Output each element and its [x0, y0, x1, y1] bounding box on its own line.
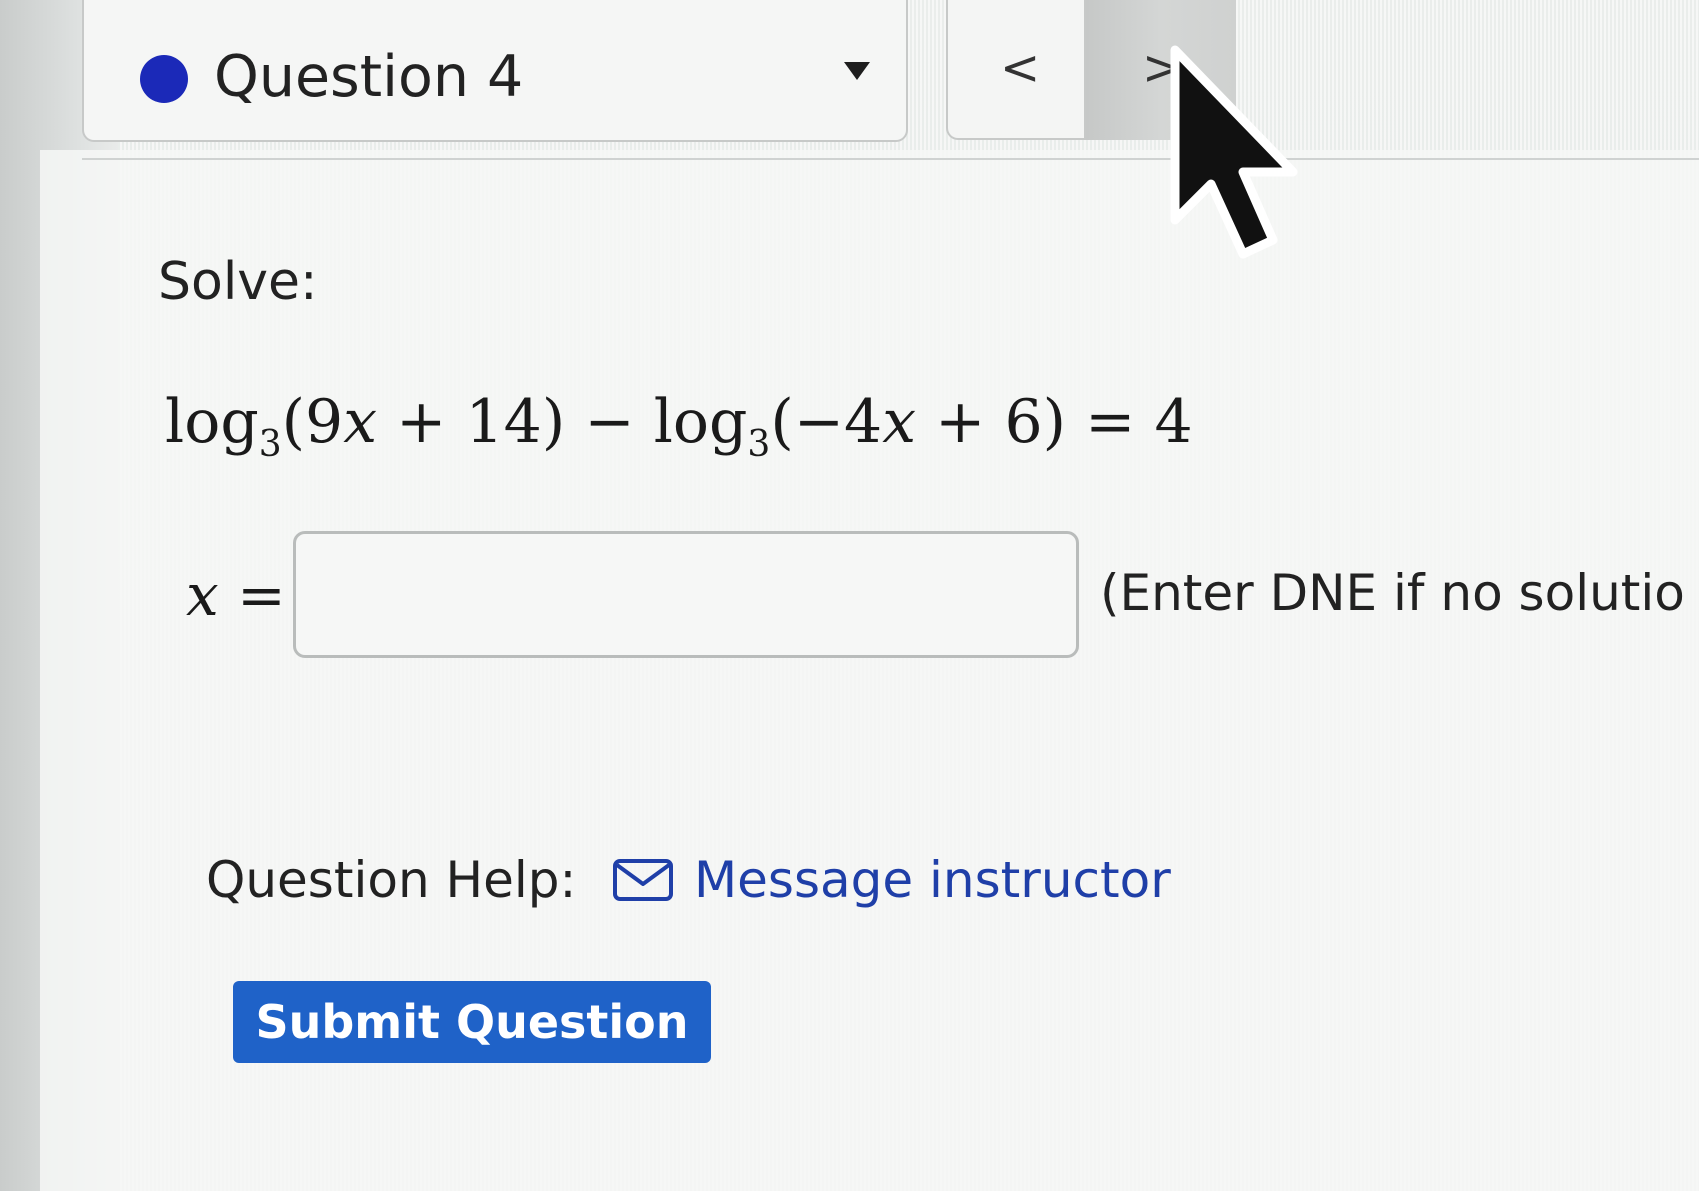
question-selector[interactable]: Question 4	[82, 0, 908, 142]
answer-hint: (Enter DNE if no solutio	[1100, 564, 1685, 622]
message-instructor-text: Message instructor	[694, 851, 1171, 909]
minus-operator: −	[565, 387, 654, 457]
caret-down-icon[interactable]	[844, 62, 870, 80]
log-base-2: 3	[747, 424, 771, 465]
log-operator-1: log	[165, 387, 259, 457]
submit-question-button[interactable]: Submit Question	[233, 981, 711, 1063]
message-instructor-link[interactable]: Message instructor	[612, 848, 1171, 912]
equation-rhs: = 4	[1066, 387, 1193, 457]
log-argument-1: (9x + 14)	[281, 387, 566, 457]
previous-question-button[interactable]: <	[946, 0, 1086, 140]
chevron-left-icon: <	[1000, 40, 1041, 96]
answer-label: x =	[186, 560, 286, 630]
question-title: Question 4	[214, 44, 524, 110]
answer-equals: =	[218, 561, 286, 629]
header-divider	[82, 158, 1699, 160]
answer-variable: x	[186, 561, 219, 629]
variable-x: x	[882, 387, 917, 457]
question-help-label: Question Help:	[206, 851, 577, 909]
variable-x: x	[343, 387, 378, 457]
log-operator-2: log	[653, 387, 748, 457]
answer-input[interactable]	[293, 531, 1079, 658]
equation: log3(9x + 14) − log3(−4x + 6) = 4	[165, 382, 1193, 485]
problem-instruction: Solve:	[158, 252, 318, 312]
mouse-pointer-icon	[1170, 45, 1298, 259]
log-argument-2: (−4x + 6)	[770, 387, 1067, 457]
mail-icon	[613, 859, 673, 901]
log-base-1: 3	[258, 424, 282, 465]
status-dot-icon	[140, 55, 188, 103]
